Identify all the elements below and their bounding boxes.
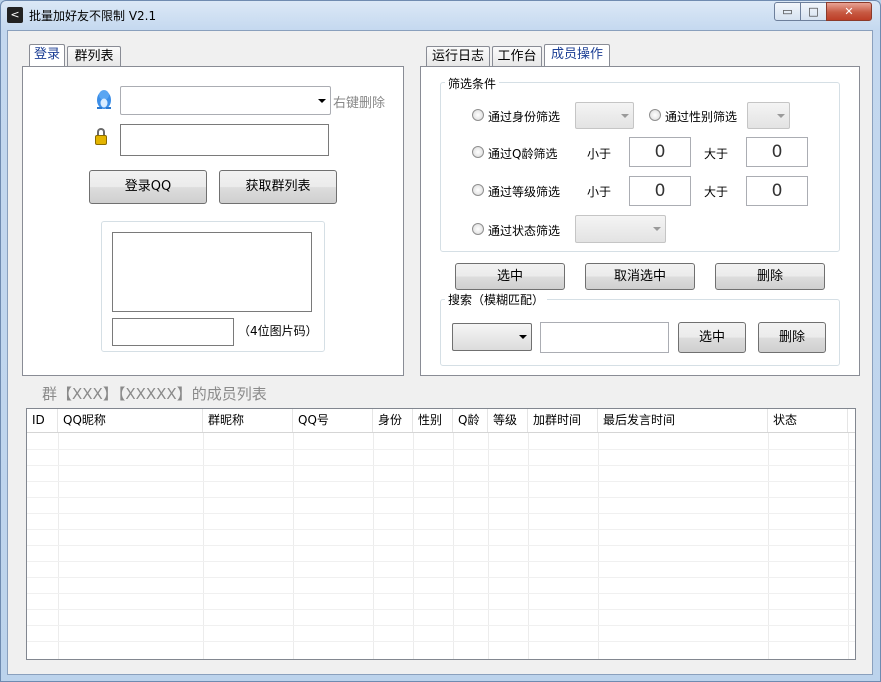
- status-filter-label[interactable]: 通过状态筛选: [488, 222, 560, 239]
- tab-group-list[interactable]: 群列表: [67, 46, 121, 67]
- search-input[interactable]: [540, 322, 669, 353]
- column-header-q-age[interactable]: Q龄: [453, 409, 488, 432]
- gender-select[interactable]: [747, 102, 790, 129]
- column-header-join-time[interactable]: 加群时间: [528, 409, 598, 432]
- tab-workbench-label: 工作台: [497, 49, 537, 64]
- login-qq-button[interactable]: 登录QQ: [89, 170, 207, 204]
- maximize-button[interactable]: □: [800, 2, 827, 21]
- filter-group-title: 筛选条件: [445, 75, 500, 92]
- level-max-input[interactable]: 0: [746, 176, 808, 206]
- tab-login-label: 登录: [33, 47, 60, 62]
- delete-button[interactable]: 删除: [715, 263, 825, 290]
- tab-group-list-label: 群列表: [74, 49, 114, 64]
- right-click-delete-hint: 右键删除: [333, 96, 386, 111]
- level-filter-label[interactable]: 通过等级筛选: [488, 183, 560, 200]
- identity-filter-radio[interactable]: [472, 109, 484, 121]
- identity-select[interactable]: [575, 102, 634, 129]
- search-field-select[interactable]: [452, 323, 532, 351]
- age-filter-radio[interactable]: [472, 146, 484, 158]
- title-bar[interactable]: < 批量加好友不限制 V2.1 ▭ □ ✕: [0, 0, 881, 30]
- chevron-down-icon[interactable]: [318, 98, 326, 103]
- minimize-button[interactable]: ▭: [774, 2, 801, 21]
- captcha-input[interactable]: [112, 318, 234, 346]
- column-header-id[interactable]: ID: [27, 409, 58, 432]
- member-table[interactable]: ID QQ昵称 群昵称 QQ号 身份 性别 Q龄 等级 加群时间 最后发言时间 …: [26, 408, 856, 660]
- lock-icon: [95, 128, 111, 148]
- tab-login[interactable]: 登录: [29, 44, 65, 67]
- level-greater-than-label: 大于: [704, 185, 729, 199]
- tab-run-log[interactable]: 运行日志: [426, 46, 490, 67]
- column-header-status[interactable]: 状态: [768, 409, 848, 432]
- tab-member-ops-label: 成员操作: [550, 47, 603, 62]
- maximize-icon: □: [808, 5, 819, 18]
- column-header-last-speak-time[interactable]: 最后发言时间: [598, 409, 768, 432]
- table-header: ID QQ昵称 群昵称 QQ号 身份 性别 Q龄 等级 加群时间 最后发言时间 …: [27, 409, 855, 433]
- qq-penguin-icon: [97, 90, 111, 109]
- chevron-down-icon: [621, 113, 629, 118]
- level-filter-radio[interactable]: [472, 184, 484, 196]
- window-title: 批量加好友不限制 V2.1: [29, 9, 157, 23]
- close-button[interactable]: ✕: [826, 2, 872, 21]
- member-list-heading: 群【XXX】【XXXXX】的成员列表: [42, 385, 267, 403]
- search-select-button[interactable]: 选中: [678, 322, 746, 353]
- tab-workbench[interactable]: 工作台: [492, 46, 542, 67]
- tab-member-ops[interactable]: 成员操作: [544, 44, 610, 67]
- status-select[interactable]: [575, 215, 666, 243]
- age-greater-than-label: 大于: [704, 147, 729, 161]
- tab-run-log-label: 运行日志: [431, 49, 484, 64]
- age-less-than-label: 小于: [587, 147, 612, 161]
- captcha-image: [112, 232, 312, 312]
- status-filter-radio[interactable]: [472, 223, 484, 235]
- select-button[interactable]: 选中: [455, 263, 565, 290]
- back-arrow-icon[interactable]: <: [7, 7, 23, 23]
- deselect-button[interactable]: 取消选中: [585, 263, 695, 290]
- minimize-icon: ▭: [782, 5, 793, 18]
- level-less-than-label: 小于: [587, 185, 612, 199]
- level-min-input[interactable]: 0: [629, 176, 691, 206]
- column-header-level[interactable]: 等级: [488, 409, 528, 432]
- gender-filter-label[interactable]: 通过性别筛选: [665, 108, 737, 125]
- column-header-qq-number[interactable]: QQ号: [293, 409, 373, 432]
- get-group-list-button[interactable]: 获取群列表: [219, 170, 337, 204]
- qq-account-combo[interactable]: [120, 86, 331, 115]
- age-filter-label[interactable]: 通过Q龄筛选: [488, 145, 557, 162]
- gender-filter-radio[interactable]: [649, 109, 661, 121]
- chevron-down-icon: [519, 335, 527, 339]
- column-header-gender[interactable]: 性别: [413, 409, 453, 432]
- close-icon: ✕: [844, 5, 854, 18]
- search-delete-button[interactable]: 删除: [758, 322, 826, 353]
- column-header-identity[interactable]: 身份: [373, 409, 413, 432]
- column-header-group-nickname[interactable]: 群昵称: [203, 409, 293, 432]
- captcha-hint: （4位图片码）: [238, 324, 318, 338]
- age-min-input[interactable]: 0: [629, 137, 691, 167]
- chevron-down-icon: [653, 227, 661, 231]
- identity-filter-label[interactable]: 通过身份筛选: [488, 108, 560, 125]
- password-input[interactable]: [120, 124, 329, 156]
- age-max-input[interactable]: 0: [746, 137, 808, 167]
- column-header-qq-nickname[interactable]: QQ昵称: [58, 409, 203, 432]
- search-group-title: 搜索（模糊匹配）: [445, 291, 548, 308]
- chevron-down-icon: [777, 113, 785, 118]
